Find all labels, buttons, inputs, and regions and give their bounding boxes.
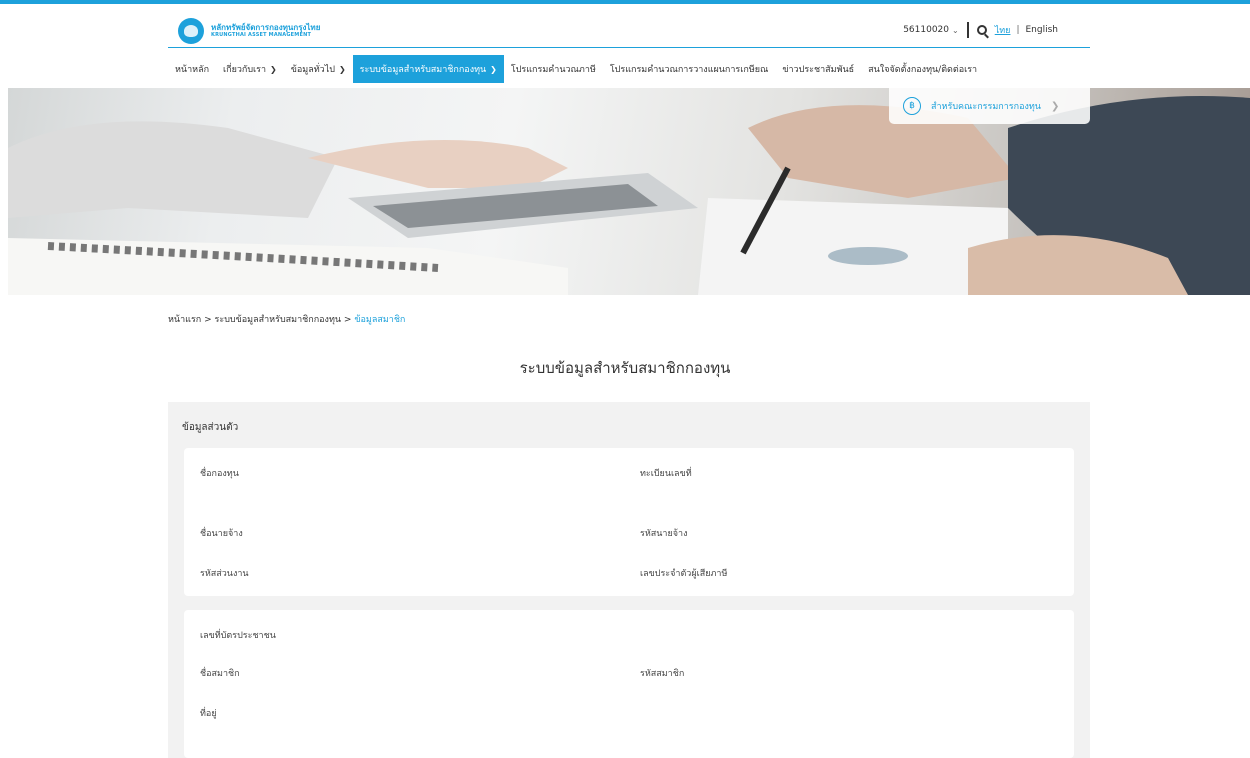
main-nav: หน้าหลัก เกี่ยวกับเรา ❯ ข้อมูลทั่วไป ❯ ร… [168, 55, 1090, 83]
language-thai-link[interactable]: ไทย [995, 23, 1011, 37]
brand-logo[interactable]: หลักทรัพย์จัดการกองทุนกรุงไทย KRUNGTHAI … [178, 18, 320, 44]
fund-name-label: ชื่อกองทุน [200, 469, 239, 479]
personal-info-panel: ข้อมูลส่วนตัว ชื่อกองทุน ทะเบียนเลขที่ ช… [168, 402, 1090, 758]
address-label: ที่อยู่ [200, 709, 217, 719]
nav-item-news[interactable]: ข่าวประชาสัมพันธ์ [775, 55, 861, 83]
chevron-down-icon: ⌄ [952, 25, 959, 35]
chevron-down-icon: ❯ [270, 64, 277, 74]
nav-item-about[interactable]: เกี่ยวกับเรา ❯ [216, 55, 284, 83]
breadcrumb-section[interactable]: ระบบข้อมูลสำหรับสมาชิกกองทุน [215, 315, 342, 325]
account-number: 56110020 [903, 25, 950, 35]
breadcrumb-home[interactable]: หน้าแรก [168, 315, 201, 325]
divider [966, 22, 969, 38]
committee-icon: ฿ [903, 97, 921, 115]
nav-item-member-system[interactable]: ระบบข้อมูลสำหรับสมาชิกกองทุน ❯ [352, 55, 504, 83]
site-header: หลักทรัพย์จัดการกองทุนกรุงไทย KRUNGTHAI … [168, 14, 1090, 48]
employer-name-label: ชื่อนายจ้าง [200, 529, 243, 539]
chevron-right-icon: ❯ [1050, 100, 1060, 112]
breadcrumb-current: ข้อมูลสมาชิก [354, 315, 406, 325]
nav-item-contact[interactable]: สนใจจัดตั้งกองทุน/ติดต่อเรา [861, 55, 984, 83]
tax-id-label: เลขประจำตัวผู้เสียภาษี [640, 569, 728, 579]
nav-item-general-info[interactable]: ข้อมูลทั่วไป ❯ [284, 55, 353, 83]
logo-thai-name: หลักทรัพย์จัดการกองทุนกรุงไทย [211, 23, 321, 32]
top-accent-line [0, 0, 1250, 4]
panel-title: ข้อมูลส่วนตัว [182, 422, 239, 433]
language-separator: | [1016, 25, 1020, 35]
chevron-down-icon: ❯ [490, 64, 497, 74]
member-code-label: รหัสสมาชิก [640, 669, 685, 679]
breadcrumb-separator: > [204, 315, 212, 325]
breadcrumb: หน้าแรก > ระบบข้อมูลสำหรับสมาชิกกองทุน >… [168, 312, 405, 326]
employer-code-label: รหัสนายจ้าง [640, 529, 688, 539]
logo-english-name: KRUNGTHAI ASSET MANAGEMENT [211, 32, 312, 38]
language-english-link[interactable]: English [1026, 25, 1059, 35]
account-dropdown[interactable]: 56110020 ⌄ [903, 25, 959, 35]
left-arm-shape [8, 121, 338, 218]
committee-link[interactable]: ฿ สำหรับคณะกรรมการกองทุน ❯ [889, 88, 1090, 124]
member-info-card: เลขที่บัตรประชาชน ชื่อสมาชิก รหัสสมาชิก … [184, 610, 1074, 758]
nav-item-home[interactable]: หน้าหลัก [168, 55, 216, 83]
department-code-label: รหัสส่วนงาน [200, 569, 249, 579]
nav-item-retirement-calculator[interactable]: โปรแกรมคำนวณการวางแผนการเกษียณ [603, 55, 776, 83]
nav-item-tax-calculator[interactable]: โปรแกรมคำนวณภาษี [504, 55, 603, 83]
fund-info-card: ชื่อกองทุน ทะเบียนเลขที่ ชื่อนายจ้าง รหั… [184, 448, 1074, 596]
registration-no-label: ทะเบียนเลขที่ [640, 469, 692, 479]
committee-label: สำหรับคณะกรรมการกองทุน [931, 102, 1041, 112]
pie-shape [828, 247, 908, 265]
id-card-label: เลขที่บัตรประชาชน [200, 631, 276, 641]
breadcrumb-separator: > [343, 315, 352, 325]
page-title: ระบบข้อมูลสำหรับสมาชิกกองทุน [519, 359, 731, 377]
logo-icon [178, 18, 204, 44]
chevron-down-icon: ❯ [338, 64, 346, 74]
search-icon[interactable] [976, 25, 987, 35]
left-hand-shape [308, 140, 568, 188]
member-name-label: ชื่อสมาชิก [200, 669, 240, 679]
